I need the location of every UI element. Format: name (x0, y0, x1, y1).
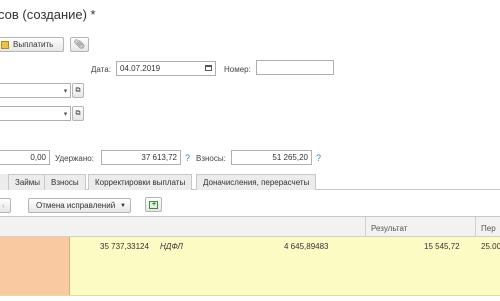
contributions-field[interactable]: 51 265,20 (231, 150, 312, 165)
column-result[interactable]: Результат (371, 224, 407, 233)
chevron-down-icon[interactable]: ▾ (60, 83, 71, 98)
cancel-corrections-button[interactable]: Отмена исправлений ▼ (28, 198, 131, 213)
contributions-help-icon[interactable]: ? (316, 153, 321, 163)
row-tax-type: НДФЛ (160, 242, 183, 251)
accrued-total-field[interactable]: 0,00 (0, 150, 50, 165)
withheld-value: 37 613,72 (141, 153, 177, 162)
withheld-help-icon[interactable]: ? (185, 153, 190, 163)
row-result: 15 545,72 (424, 242, 460, 251)
form-title: сов (создание) * (0, 7, 96, 22)
number-field[interactable] (256, 60, 334, 75)
contributions-label: Взносы: (196, 154, 226, 163)
pay-button-label: Выплатить (13, 40, 54, 49)
attach-button[interactable]: 📎︎ (70, 37, 89, 52)
column-divider (475, 217, 476, 236)
contributions-value: 51 265,20 (272, 153, 308, 162)
open-link-icon[interactable]: ⧉ (72, 106, 84, 121)
row-value: 4 645,89483 (284, 242, 329, 251)
add-from-list-button[interactable]: + (145, 197, 162, 212)
withheld-field[interactable]: 37 613,72 (101, 150, 181, 165)
accrued-total-value: 0,00 (30, 153, 46, 162)
pay-button[interactable]: Выплатить (0, 37, 64, 52)
selected-cell[interactable] (0, 237, 70, 295)
number-label: Номер: (224, 65, 251, 74)
paperclip-icon: 📎︎ (73, 39, 86, 49)
chevron-down-icon: ▼ (120, 202, 126, 209)
withheld-label: Удержано: (55, 154, 94, 163)
row-extra: 25.00 (481, 242, 500, 251)
date-label: Дата: (91, 65, 111, 74)
column-divider (365, 217, 366, 236)
calendar-icon[interactable] (205, 65, 212, 71)
back-arrow-button[interactable]: ‹ (0, 198, 11, 213)
row-amount: 35 737,33124 (100, 242, 149, 251)
open-link-icon[interactable]: ⧉ (72, 83, 84, 98)
table-header-row (0, 217, 500, 237)
pay-icon (1, 40, 9, 49)
date-value: 04.07.2019 (120, 64, 161, 73)
tab-payment-corrections[interactable]: Корректировки выплаты (88, 174, 193, 190)
organization-field[interactable]: ▾ (0, 83, 71, 98)
cancel-corrections-label: Отмена исправлений (36, 201, 116, 210)
chevron-down-icon[interactable]: ▾ (60, 106, 71, 121)
tab-loans[interactable]: Займы (8, 174, 47, 190)
tab-additional-accruals[interactable]: Доначисления, перерасчеты (196, 174, 317, 190)
tab-contributions[interactable]: Взносы (44, 174, 86, 190)
department-field[interactable]: ▾ (0, 106, 71, 121)
column-next[interactable]: Пер (481, 224, 496, 233)
date-field[interactable]: 04.07.2019 (116, 61, 216, 76)
table-add-icon: + (149, 200, 158, 209)
